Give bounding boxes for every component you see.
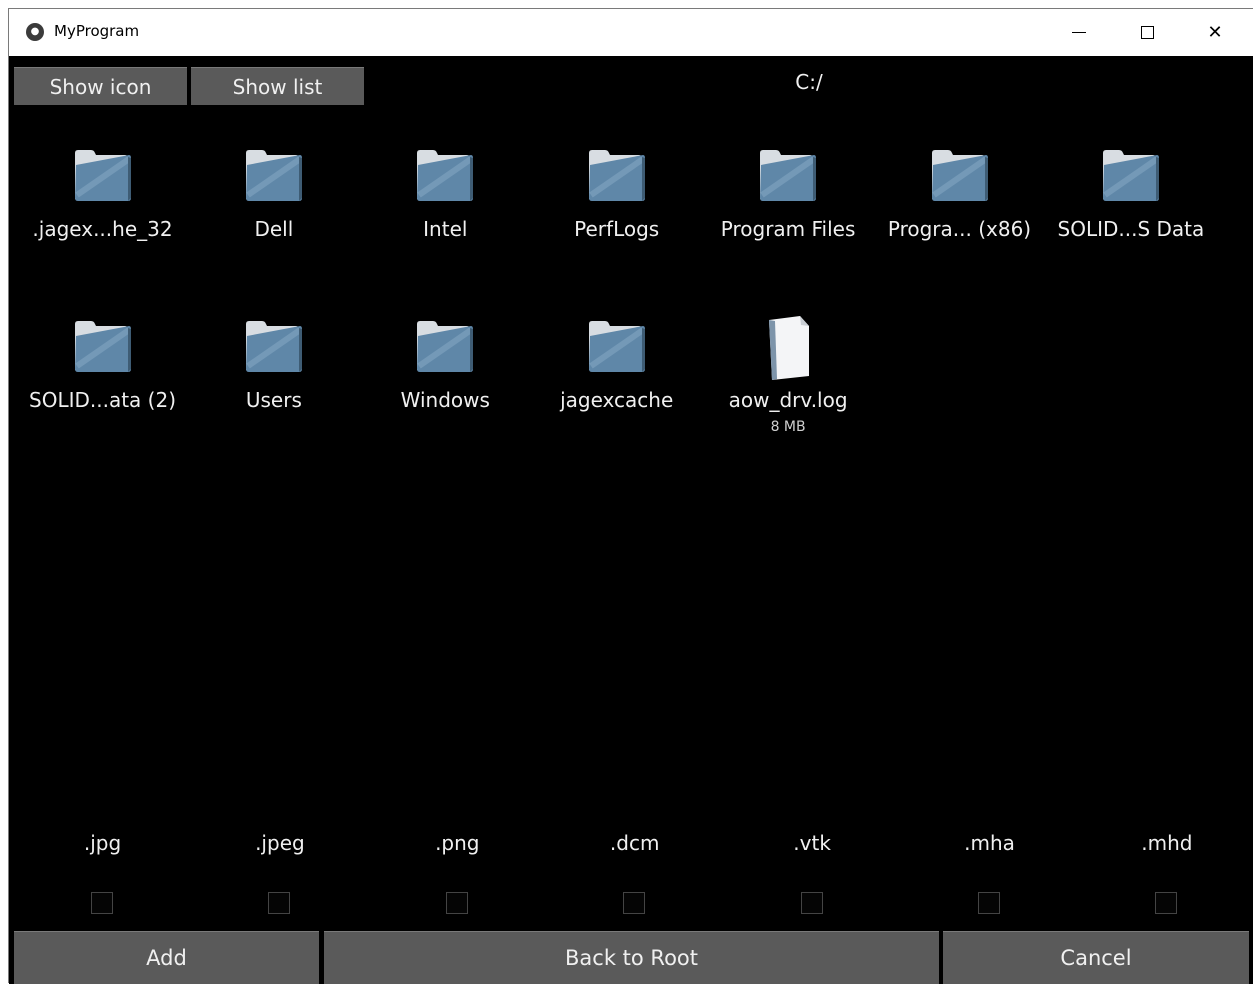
folder-icon (581, 312, 653, 382)
file-name: aow_drv.log (728, 388, 848, 412)
folder-icon (238, 312, 310, 382)
folder-item[interactable]: SOLID...ata (2) (17, 312, 188, 462)
filter-label: .vtk (793, 831, 831, 855)
folder-item[interactable]: SOLID...S Data (1045, 141, 1216, 291)
folder-icon (409, 141, 481, 211)
folder-item[interactable]: Progra... (x86) (874, 141, 1045, 291)
window-title: MyProgram (54, 22, 140, 40)
folder-item[interactable]: Intel (360, 141, 531, 291)
filter-label: .dcm (609, 831, 660, 855)
filter-checkbox[interactable] (1155, 892, 1178, 914)
folder-icon (67, 312, 139, 382)
folder-icon (924, 141, 996, 211)
maximize-icon (1140, 25, 1154, 39)
folder-icon (1095, 141, 1167, 211)
filter-checkbox[interactable] (978, 892, 1000, 914)
close-icon: ✕ (1207, 21, 1223, 43)
folder-icon (581, 141, 653, 211)
filter-label: .png (435, 831, 480, 855)
kivy-logo-icon: ● (26, 23, 44, 41)
filter-checkbox[interactable] (268, 892, 291, 914)
folder-icon (752, 141, 824, 211)
folder-item[interactable]: Program Files (703, 141, 874, 291)
file-name: Users (245, 388, 302, 412)
close-button[interactable]: ✕ (1181, 9, 1249, 55)
file-name: Progra... (x86) (887, 217, 1032, 241)
folder-icon (238, 141, 310, 211)
filter-label: .mha (964, 831, 1015, 855)
filter-label: .mhd (1141, 831, 1193, 855)
file-name: PerfLogs (574, 217, 660, 241)
file-name: SOLID...S Data (1057, 217, 1205, 241)
title-bar[interactable]: ● MyProgram ✕ (9, 9, 1253, 56)
file-size: 8 MB (770, 419, 806, 435)
maximize-button[interactable] (1113, 9, 1181, 55)
folder-item[interactable]: Users (188, 312, 359, 462)
filter-checkbox[interactable] (800, 892, 823, 914)
folder-icon (409, 312, 481, 382)
file-name: .jagex...he_32 (32, 217, 173, 241)
file-name: SOLID...ata (2) (29, 388, 176, 412)
folder-item[interactable]: .jagex...he_32 (17, 141, 188, 291)
filter-label: .jpeg (255, 831, 305, 855)
file-name: jagexcache (560, 388, 674, 412)
show-list-button[interactable]: Show list (191, 67, 364, 105)
filter-checkbox[interactable] (623, 892, 646, 914)
folder-icon (67, 141, 139, 211)
folder-item[interactable]: PerfLogs (531, 141, 702, 291)
app-window: ● MyProgram ✕ Show icon Show list C:/ .j… (8, 8, 1253, 984)
back-to-root-button[interactable]: Back to Root (324, 931, 939, 984)
file-name: Dell (254, 217, 294, 241)
document-icon (752, 312, 824, 382)
file-name: Intel (423, 217, 468, 241)
file-name: Windows (400, 388, 490, 412)
cancel-button[interactable]: Cancel (943, 931, 1249, 984)
filter-label: .jpg (83, 831, 122, 855)
folder-item[interactable]: Windows (360, 312, 531, 462)
filter-checkbox[interactable] (445, 892, 468, 914)
add-button[interactable]: Add (14, 931, 319, 984)
filter-checkbox[interactable] (91, 892, 113, 914)
show-icon-button[interactable]: Show icon (14, 67, 187, 105)
minimize-button[interactable] (1045, 9, 1113, 55)
file-item[interactable]: aow_drv.log 8 MB (703, 312, 874, 462)
current-path: C:/ (795, 70, 823, 94)
folder-item[interactable]: jagexcache (531, 312, 702, 462)
file-name: Program Files (720, 217, 856, 241)
folder-item[interactable]: Dell (188, 141, 359, 291)
file-chooser: Show icon Show list C:/ .jagex...he_32 D… (9, 56, 1253, 984)
minimize-icon (1072, 31, 1086, 33)
